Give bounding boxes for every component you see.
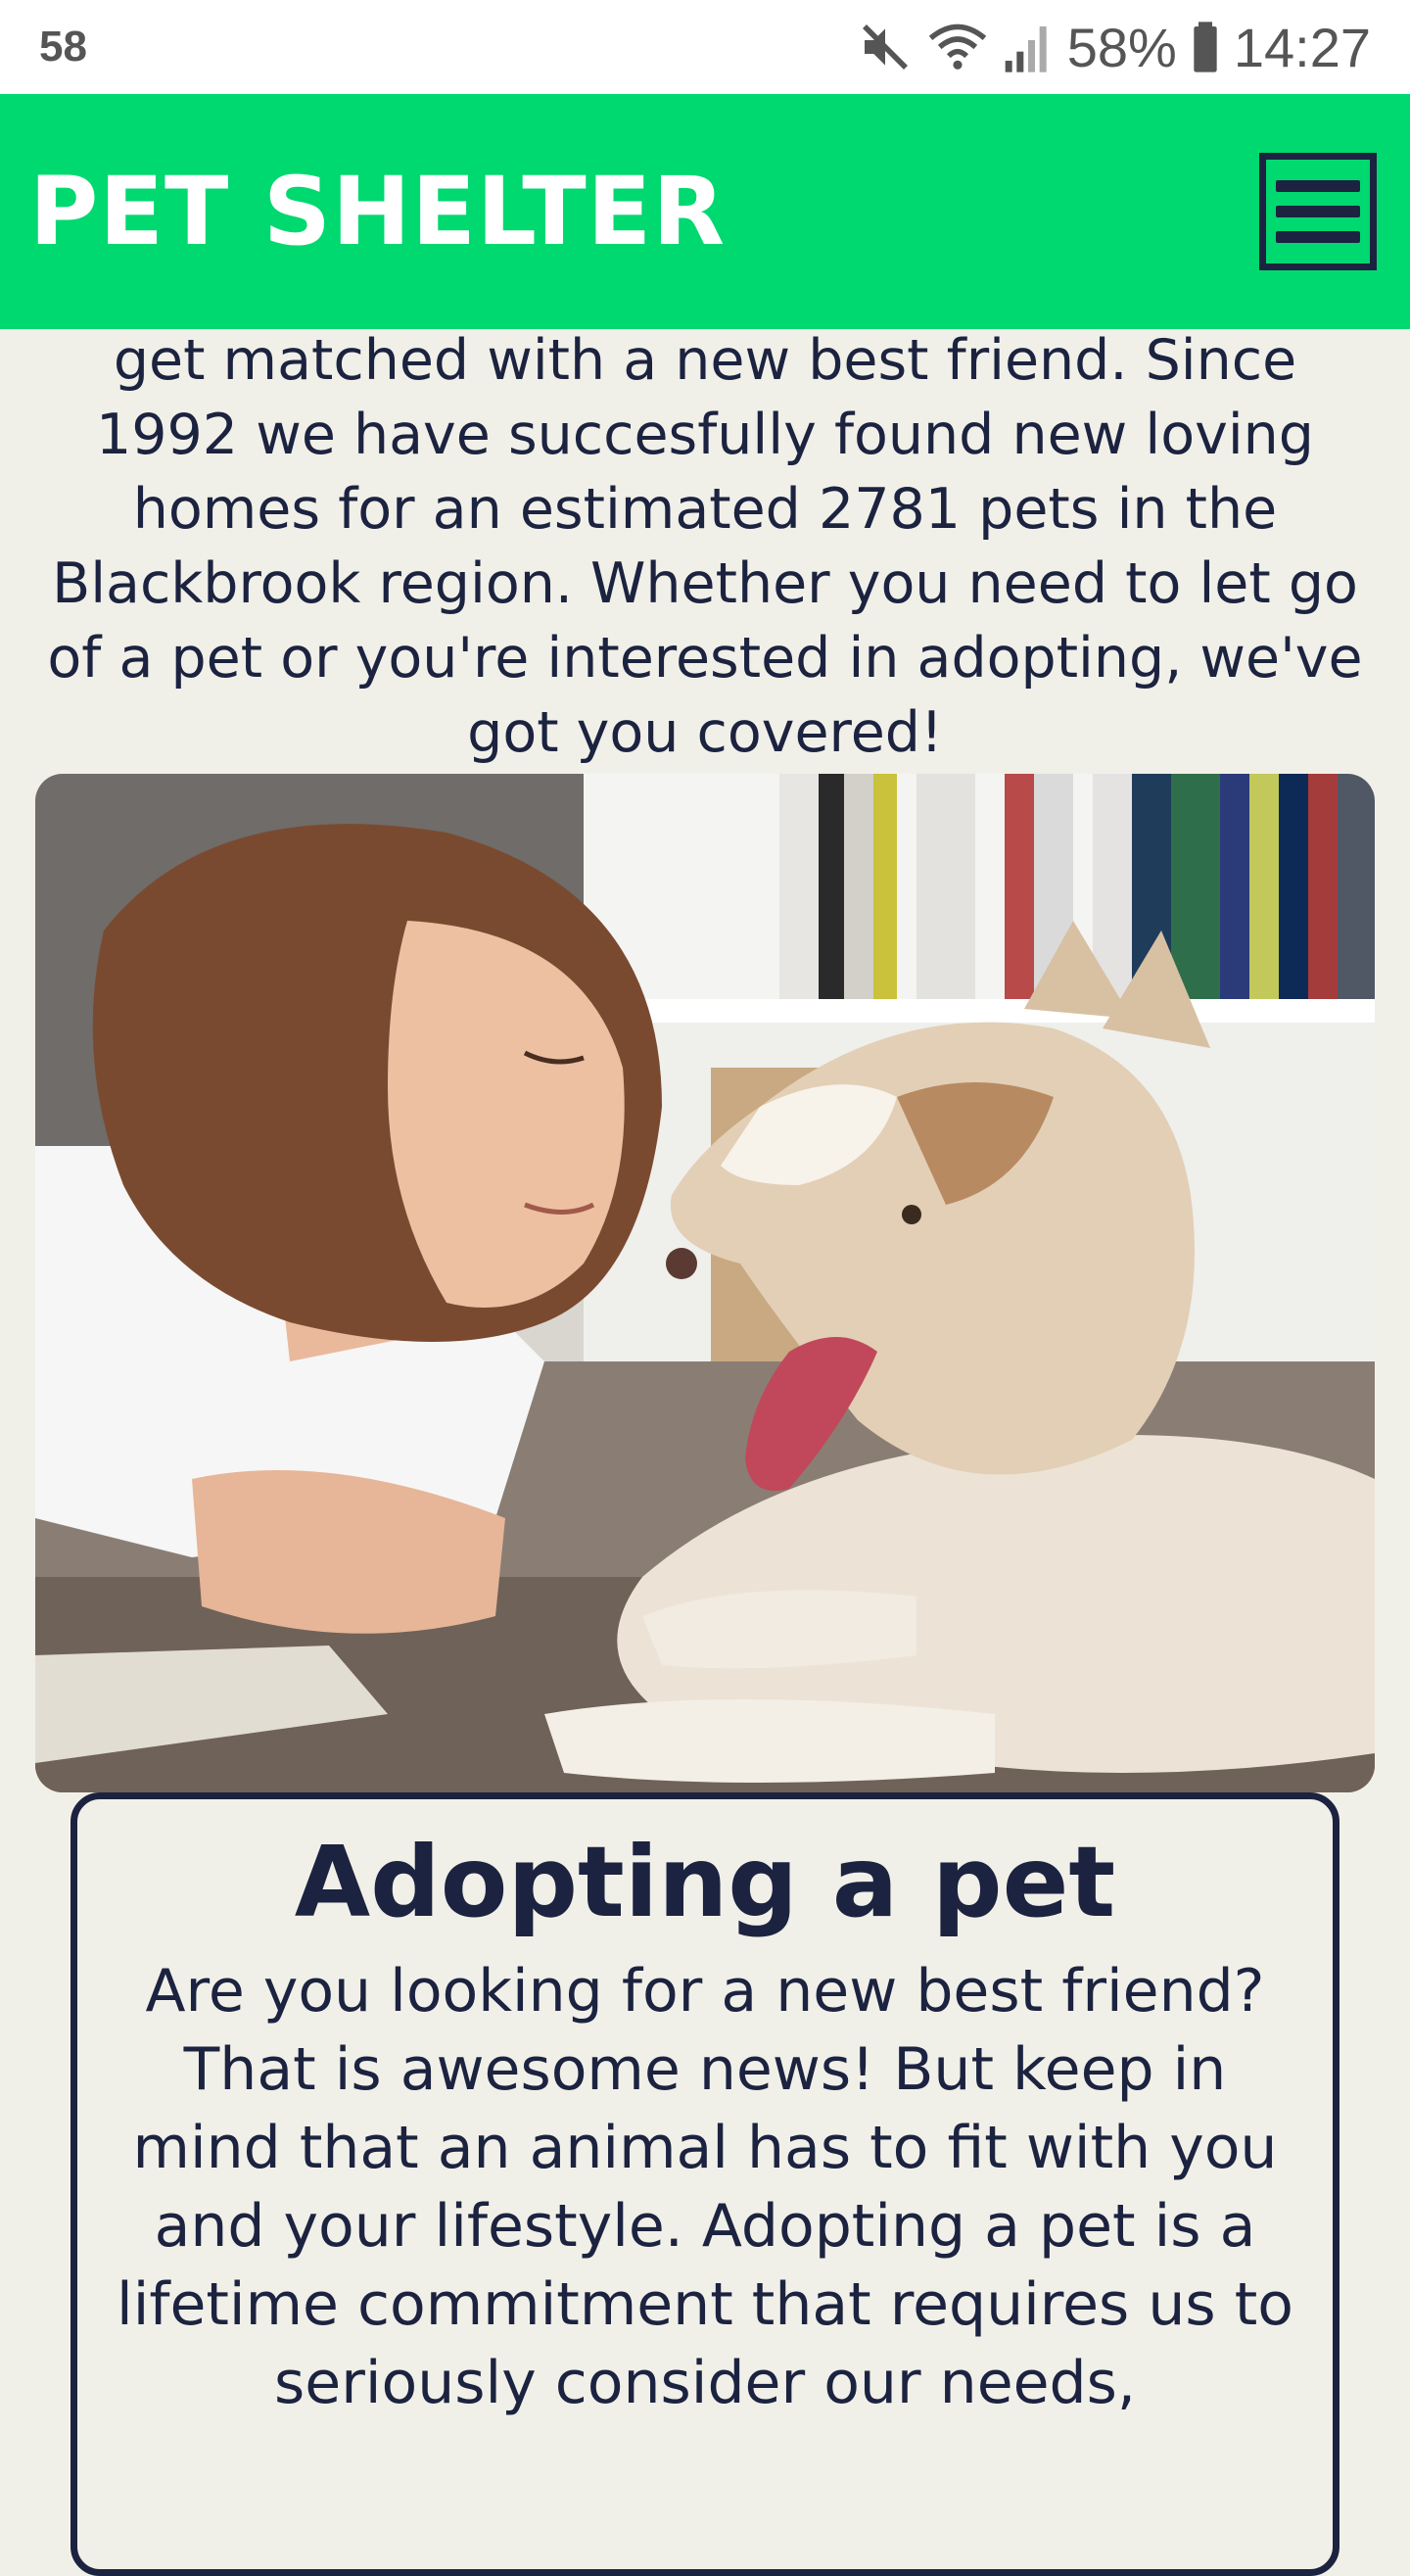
status-bar: 58 58% 14:27 — [0, 0, 1410, 94]
signal-icon — [1003, 20, 1054, 74]
status-icons: 58% 14:27 — [858, 16, 1371, 79]
notification-count: 58 — [39, 23, 87, 71]
battery-icon — [1191, 20, 1220, 74]
menu-line — [1276, 180, 1360, 192]
hero-image — [35, 774, 1375, 1792]
hamburger-menu-button[interactable] — [1259, 153, 1377, 270]
battery-percent: 58% — [1066, 16, 1177, 78]
adopt-title: Adopting a pet — [294, 1825, 1116, 1939]
intro-paragraph: get matched with a new best friend. Sinc… — [47, 328, 1363, 765]
brand-logo[interactable]: PET SHELTER — [29, 157, 726, 266]
wifi-icon — [926, 20, 989, 74]
site-header: PET SHELTER — [0, 94, 1410, 329]
adopt-card: Adopting a pet Are you looking for a new… — [70, 1792, 1340, 2576]
clock: 14:27 — [1233, 16, 1371, 78]
menu-line — [1276, 206, 1360, 217]
adopt-description: Are you looking for a new best friend? T… — [117, 1957, 1293, 2417]
mute-icon — [858, 20, 913, 74]
menu-line — [1276, 231, 1360, 243]
